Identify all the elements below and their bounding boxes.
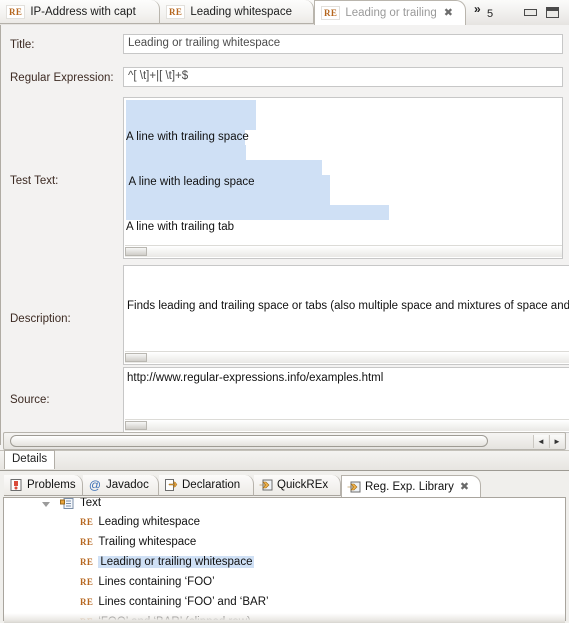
scrollbar-thumb[interactable]: [125, 421, 147, 430]
tab-javadoc[interactable]: @ Javadoc: [83, 475, 159, 496]
tab-overflow-chevron-icon[interactable]: »: [474, 2, 481, 16]
tab-overflow-count: 5: [487, 8, 494, 20]
list-item-label: Lines containing ‘FOO’ and ‘BAR’: [98, 596, 269, 608]
minimize-button[interactable]: [524, 9, 537, 16]
folder-icon: [60, 498, 74, 513]
tab-reg-exp-library[interactable]: Reg. Exp. Library ✖: [341, 475, 481, 497]
tab-label: Declaration: [182, 479, 241, 491]
re-badge-icon: RE: [80, 557, 94, 567]
editor-tab-label: Leading or trailing: [345, 7, 437, 19]
re-badge-icon: RE: [80, 597, 94, 607]
re-badge-icon: RE: [6, 4, 26, 19]
source-value: http://www.regular-expressions.info/exam…: [127, 372, 384, 384]
title-input[interactable]: Leading or trailing whitespace: [123, 34, 563, 54]
regex-label: Regular Expression:: [10, 72, 114, 84]
editor-tab-bar: RE IP-Address with capt RE Leading white…: [0, 0, 569, 26]
scrollbar-thumb[interactable]: [125, 247, 147, 256]
close-icon[interactable]: ✖: [444, 7, 453, 19]
tree-root-label: Text: [80, 497, 102, 509]
list-item[interactable]: RE Leading whitespace: [80, 512, 200, 532]
bottom-view-panel: Problems @ Javadoc Declaration QuickREx …: [0, 470, 569, 623]
title-label: Title:: [10, 39, 35, 51]
editor-tab-ip-address[interactable]: RE IP-Address with capt: [0, 0, 160, 24]
editor-tab-label: IP-Address with capt: [30, 5, 136, 18]
list-item[interactable]: RE Trailing whitespace: [80, 532, 196, 552]
tab-label: Javadoc: [106, 479, 149, 491]
test-text-line: A line with leading space: [126, 176, 255, 188]
source-label: Source:: [10, 394, 50, 406]
tab-quickrex[interactable]: QuickREx: [254, 475, 341, 496]
test-text-label: Test Text:: [10, 175, 59, 187]
details-tab-strip: [0, 450, 569, 471]
test-text-hscrollbar[interactable]: [125, 245, 562, 257]
editor-tab-label: Leading whitespace: [190, 5, 292, 18]
re-badge-icon: RE: [166, 4, 186, 19]
description-area[interactable]: Finds leading and trailing space or tabs…: [123, 265, 569, 365]
regex-input[interactable]: ^[ \t]+|[ \t]+$: [123, 67, 563, 87]
description-hscrollbar[interactable]: [125, 351, 569, 363]
tab-label: Reg. Exp. Library: [365, 480, 454, 493]
editor-tab-leading-or-trailing[interactable]: RE Leading or trailing ✖: [314, 0, 466, 25]
source-hscrollbar[interactable]: [125, 419, 569, 431]
maximize-button[interactable]: [546, 7, 559, 18]
reg-exp-library-icon: [347, 480, 361, 494]
list-item[interactable]: RE Lines containing ‘FOO’ and ‘BAR’: [80, 592, 269, 612]
scroll-left-arrow-icon[interactable]: ◄: [533, 435, 548, 448]
tab-label: QuickREx: [277, 479, 329, 491]
tab-details[interactable]: Details: [4, 450, 56, 469]
scrollbar-thumb[interactable]: [125, 353, 147, 362]
declaration-icon: [164, 478, 178, 492]
quickrex-icon: [259, 478, 273, 492]
javadoc-icon: @: [88, 478, 102, 492]
re-badge-icon: RE: [80, 577, 94, 587]
scrollbar-thumb[interactable]: [10, 435, 488, 447]
list-item-selected[interactable]: RE Leading or trailing whitespace: [80, 552, 255, 572]
close-icon[interactable]: ✖: [460, 480, 469, 493]
source-area[interactable]: http://www.regular-expressions.info/exam…: [123, 367, 569, 433]
form-horizontal-scrollbar[interactable]: ◄ ►: [3, 432, 566, 450]
editor-area: RE IP-Address with capt RE Leading white…: [0, 0, 569, 471]
tab-problems[interactable]: Problems: [4, 475, 83, 496]
list-item-label: Leading or trailing whitespace: [98, 556, 255, 568]
list-item-label: Leading whitespace: [98, 516, 200, 528]
re-badge-icon: RE: [321, 6, 341, 20]
problems-icon: [9, 478, 23, 492]
description-label: Description:: [10, 313, 71, 325]
description-line: Finds leading and trailing space or tabs…: [127, 300, 569, 312]
tab-label: Problems: [27, 479, 76, 491]
tab-declaration[interactable]: Declaration: [159, 475, 254, 496]
list-item-label: Lines containing ‘FOO’: [98, 576, 215, 588]
list-item-label: Trailing whitespace: [98, 536, 197, 548]
chevron-down-icon[interactable]: [42, 502, 50, 507]
list-item[interactable]: RE Lines containing ‘FOO’: [80, 572, 215, 592]
test-text-line: A line with trailing tab: [126, 221, 235, 233]
test-text-area[interactable]: A line with trailing space A line with l…: [123, 97, 563, 259]
details-form: Title: Leading or trailing whitespace Re…: [0, 25, 569, 445]
test-text-line: A line with trailing space: [126, 131, 249, 143]
reg-exp-library-tree[interactable]: Text RE Leading whitespace RE Trailing w…: [3, 497, 566, 621]
tree-root-row[interactable]: Text: [4, 497, 102, 513]
scroll-right-arrow-icon[interactable]: ►: [549, 435, 564, 448]
re-badge-icon: RE: [80, 517, 94, 527]
editor-tab-leading-whitespace[interactable]: RE Leading whitespace: [160, 0, 314, 24]
bottom-tab-bar: Problems @ Javadoc Declaration QuickREx …: [0, 475, 569, 497]
re-badge-icon: RE: [80, 537, 94, 547]
